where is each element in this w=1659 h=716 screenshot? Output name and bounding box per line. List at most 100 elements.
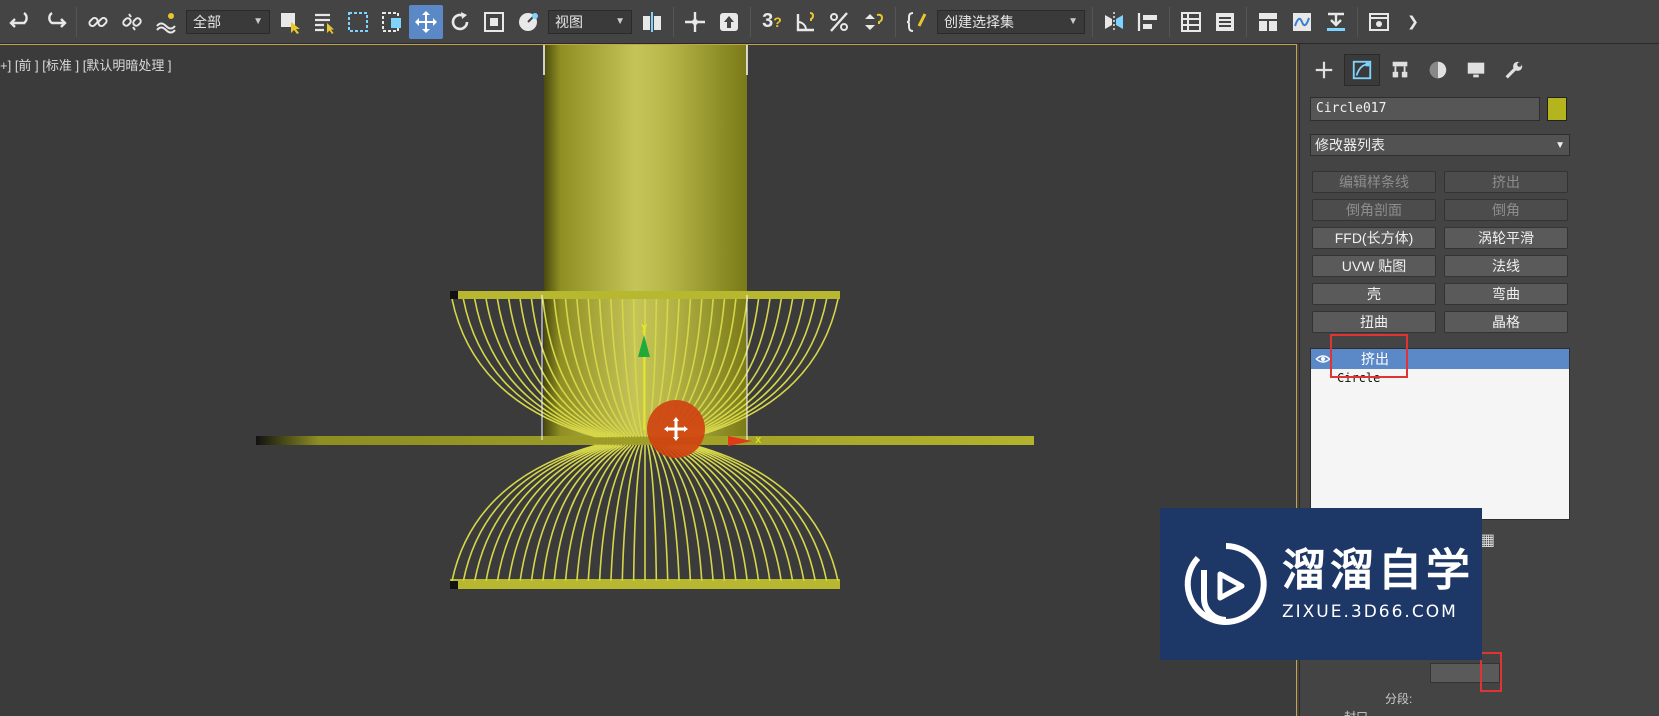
toolbar-separator: [1357, 6, 1358, 37]
layer-explorer-button[interactable]: [1208, 5, 1242, 39]
object-name-field[interactable]: Circle017: [1310, 97, 1540, 121]
bind-spacewarp-button[interactable]: [149, 5, 183, 39]
curve-editor-button[interactable]: [1285, 5, 1319, 39]
link-icon: [88, 16, 108, 27]
schematic-icon: [1327, 12, 1345, 31]
svg-text:y: y: [641, 320, 648, 333]
chevron-down-icon: ▼: [1555, 139, 1565, 151]
align-button[interactable]: [1131, 5, 1165, 39]
wireframe-line: [647, 444, 658, 582]
display-icon: [1467, 62, 1485, 78]
window-crossing-button[interactable]: [375, 5, 409, 39]
named-selection-set-dropdown[interactable]: 创建选择集 ▼: [937, 9, 1085, 34]
modifier-button[interactable]: UVW 贴图: [1312, 255, 1436, 277]
watermark-title: 溜溜自学: [1282, 546, 1474, 595]
named-selection-icon: [906, 11, 927, 32]
play-logo-icon: [1184, 543, 1267, 625]
percent-snap-button[interactable]: [823, 5, 857, 39]
snaps-label: 3: [762, 10, 774, 32]
chevron-down-icon: ▼: [253, 16, 263, 27]
edit-named-selection-button[interactable]: [900, 5, 934, 39]
redo-button[interactable]: [38, 5, 72, 39]
select-by-name-icon: [315, 13, 334, 34]
manipulate-button[interactable]: [678, 5, 712, 39]
disc-shape[interactable]: [256, 436, 1034, 445]
redo-icon: [48, 11, 67, 28]
tab-utilities[interactable]: [1496, 54, 1532, 86]
wireframe-line: [649, 444, 669, 582]
spacewarp-icon: [156, 12, 176, 33]
reference-coord-dropdown[interactable]: 视图 ▼: [548, 9, 632, 34]
modifier-button[interactable]: 编辑样条线: [1312, 171, 1436, 193]
pivot-center-button[interactable]: [635, 5, 669, 39]
rect-selection-icon: [348, 11, 368, 32]
tab-display[interactable]: [1458, 54, 1494, 86]
modifier-button[interactable]: 挤出: [1444, 171, 1568, 193]
watermark-subtitle: ZIXUE.3D66.COM: [1282, 602, 1458, 622]
modifier-button[interactable]: 倒角: [1444, 199, 1568, 221]
angle-snap-icon: [796, 11, 815, 31]
schematic-view-button[interactable]: [1319, 5, 1353, 39]
selection-filter-value: 全部: [193, 13, 221, 30]
snap-question-icon: ?: [773, 13, 782, 30]
selection-filter-dropdown[interactable]: 全部 ▼: [186, 9, 270, 34]
scene-explorer-button[interactable]: [1174, 5, 1208, 39]
select-and-place-button[interactable]: [511, 5, 545, 39]
toggle-ribbon-button[interactable]: [1251, 5, 1285, 39]
chevron-down-icon: ▼: [1068, 16, 1078, 27]
rotate-icon: [451, 11, 469, 30]
keyboard-shortcut-override-button[interactable]: [712, 5, 746, 39]
more-toolbar-button[interactable]: ❯: [1396, 5, 1430, 39]
top-rim: [450, 291, 840, 299]
configure-modifier-sets-icon[interactable]: ▦: [1480, 530, 1495, 550]
snaps-toggle-button[interactable]: 3?: [755, 5, 789, 39]
render-setup-button[interactable]: [1362, 5, 1396, 39]
angle-snap-button[interactable]: [789, 5, 823, 39]
tab-hierarchy[interactable]: [1382, 54, 1418, 86]
select-and-rotate-button[interactable]: [443, 5, 477, 39]
svg-text:x: x: [755, 433, 762, 446]
mirror-icon: [1105, 11, 1123, 32]
modifier-button[interactable]: FFD(长方体): [1312, 227, 1436, 249]
align-icon: [1137, 12, 1157, 31]
select-and-scale-button[interactable]: [477, 5, 511, 39]
modifier-button[interactable]: 晶格: [1444, 311, 1568, 333]
window-crossing-icon: [382, 11, 401, 32]
percent-snap-icon: [830, 11, 848, 32]
ribbon-icon: [1259, 12, 1277, 31]
tab-modify[interactable]: [1344, 54, 1380, 86]
highlight-box: [1330, 334, 1408, 378]
reference-coord-value: 视图: [555, 13, 583, 30]
tab-motion[interactable]: [1420, 54, 1456, 86]
select-object-button[interactable]: [273, 5, 307, 39]
modifier-list-dropdown[interactable]: 修改器列表 ▼: [1310, 134, 1570, 156]
rectangular-selection-button[interactable]: [341, 5, 375, 39]
wireframe-lower: [451, 444, 839, 582]
unlink-button[interactable]: [115, 5, 149, 39]
select-by-name-button[interactable]: [307, 5, 341, 39]
modify-icon: [1352, 60, 1372, 80]
modifier-button[interactable]: 倒角剖面: [1312, 199, 1436, 221]
front-viewport[interactable]: +] [前 ] [标准 ] [默认明暗处理 ] y x: [0, 44, 1297, 716]
modifier-button[interactable]: 壳: [1312, 283, 1436, 305]
link-button[interactable]: [81, 5, 115, 39]
modifier-button[interactable]: 法线: [1444, 255, 1568, 277]
modifier-button[interactable]: 涡轮平滑: [1444, 227, 1568, 249]
layer-explorer-icon: [1216, 12, 1234, 31]
scale-icon: [484, 11, 504, 32]
named-selection-set-value: 创建选择集: [944, 13, 1014, 30]
tab-create[interactable]: [1306, 54, 1342, 86]
spinner-snap-button[interactable]: [857, 5, 891, 39]
main-toolbar: 全部 ▼ 视图 ▼ 3 ? 创建选择集 ▼ ❯: [0, 0, 1659, 44]
undo-button[interactable]: [4, 5, 38, 39]
select-and-move-button[interactable]: [409, 4, 443, 39]
pivot-center-icon: [643, 11, 661, 32]
modifier-button[interactable]: 扭曲: [1312, 311, 1436, 333]
modifier-button[interactable]: 弯曲: [1444, 283, 1568, 305]
mirror-button[interactable]: [1097, 5, 1131, 39]
move-icon: [415, 10, 437, 33]
render-setup-icon: [1369, 12, 1389, 31]
wrench-icon: [1505, 61, 1523, 79]
object-color-swatch[interactable]: [1547, 97, 1567, 121]
wireframe-line: [621, 444, 641, 582]
